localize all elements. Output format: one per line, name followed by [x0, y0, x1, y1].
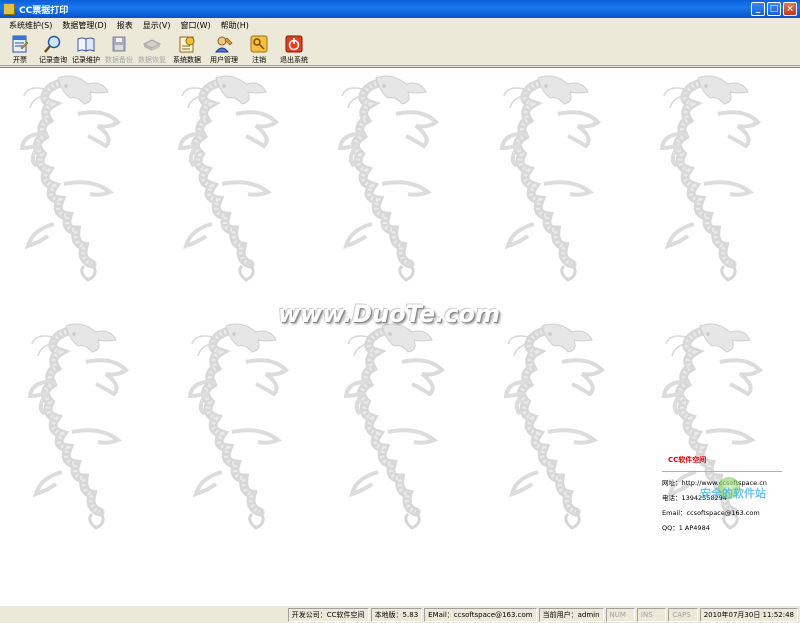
dragon-decoration	[26, 322, 136, 542]
user-manage-icon	[214, 34, 234, 54]
backup-icon	[109, 34, 129, 54]
status-ins: INS	[636, 607, 667, 622]
maximize-button[interactable]: □	[767, 2, 781, 16]
user-management-button[interactable]: 用户管理	[206, 32, 242, 65]
data-restore-button[interactable]: 数据恢复	[136, 32, 168, 65]
dragon-decoration	[502, 322, 612, 542]
close-button[interactable]: ×	[783, 2, 797, 16]
dragon-decoration	[498, 74, 608, 294]
exit-system-button[interactable]: 退出系统	[276, 32, 312, 65]
dragon-decoration	[658, 74, 768, 294]
record-query-label: 记录查询	[39, 56, 67, 64]
info-title: CC软件空间	[668, 456, 707, 464]
magnifier-icon	[43, 34, 63, 54]
data-restore-label: 数据恢复	[138, 56, 166, 64]
book-icon	[76, 34, 96, 54]
record-maintenance-button[interactable]: 记录维护	[70, 32, 102, 65]
status-num: NUM	[605, 607, 635, 622]
status-bar: 开发公司：CC软件空间 本地版：5.83 EMail：ccsoftspace@1…	[0, 605, 800, 623]
data-backup-button[interactable]: 数据备份	[103, 32, 135, 65]
window-title: CC票据打印	[19, 5, 69, 16]
data-backup-label: 数据备份	[105, 56, 133, 64]
title-bar: CC票据打印 _ □ ×	[0, 0, 800, 18]
menu-system-maintenance[interactable]: 系统维护(S)	[4, 20, 57, 31]
status-user: 当前用户：admin	[538, 607, 604, 622]
dragon-decoration	[336, 74, 446, 294]
dragon-decoration	[342, 322, 452, 542]
logout-label: 注销	[252, 56, 266, 64]
logout-button[interactable]: 注销	[243, 32, 275, 65]
user-management-label: 用户管理	[210, 56, 238, 64]
app-icon	[3, 3, 15, 15]
menu-reports[interactable]: 报表	[112, 20, 138, 31]
invoice-icon	[10, 34, 30, 54]
site-stamp-text: 安全的软件站	[700, 487, 766, 500]
logout-key-icon	[249, 34, 269, 54]
restore-icon	[142, 34, 162, 54]
menu-display[interactable]: 显示(V)	[138, 20, 176, 31]
status-company: 开发公司：CC软件空间	[287, 607, 369, 622]
record-query-button[interactable]: 记录查询	[37, 32, 69, 65]
system-data-button[interactable]: 系统数据	[169, 32, 205, 65]
status-version: 本地版：5.83	[370, 607, 423, 622]
menu-window[interactable]: 窗口(W)	[175, 20, 215, 31]
info-email: Email：ccsoftspace@163.com	[662, 509, 760, 517]
status-datetime: 2010年07月30日 11:52:48	[699, 607, 798, 622]
exit-system-label: 退出系统	[280, 56, 308, 64]
status-email: EMail：ccsoftspace@163.com	[424, 607, 537, 622]
info-divider	[662, 471, 782, 472]
menu-help[interactable]: 帮助(H)	[216, 20, 254, 31]
system-data-icon	[177, 34, 197, 54]
dragon-decoration	[18, 74, 128, 294]
menu-data-management[interactable]: 数据管理(D)	[57, 20, 111, 31]
system-data-label: 系统数据	[173, 56, 201, 64]
dragon-decoration	[186, 322, 296, 542]
window-controls: _ □ ×	[751, 2, 797, 16]
record-maintenance-label: 记录维护	[72, 56, 100, 64]
info-qq: QQ：1 AP4984	[662, 524, 710, 532]
dragon-decoration	[176, 74, 286, 294]
minimize-button[interactable]: _	[751, 2, 765, 16]
exit-icon	[284, 34, 304, 54]
invoice-button[interactable]: 开票	[4, 32, 36, 65]
status-caps: CAPS	[668, 607, 698, 622]
menu-bar: 系统维护(S) 数据管理(D) 报表 显示(V) 窗口(W) 帮助(H)	[0, 18, 800, 32]
watermark-text: www.DuoTe.com	[278, 300, 500, 328]
toolbar: 开票 记录查询 记录维护 数据备份 数据恢复 系统数据 用户管理 注销 退出系统	[0, 32, 800, 66]
invoice-label: 开票	[13, 56, 27, 64]
